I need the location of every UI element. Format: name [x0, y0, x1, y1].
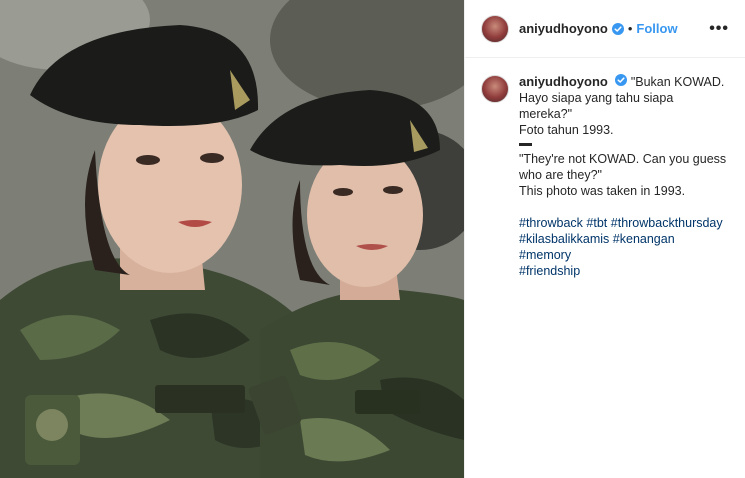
hashtag-line-2: #kilasbalikkamis #kenangan #memory	[519, 231, 729, 263]
caption-verified-badge-icon	[615, 74, 628, 86]
caption-author-avatar[interactable]	[481, 75, 509, 103]
caption-text-line-5: who are they?"	[519, 168, 602, 182]
hashtag-link[interactable]: #tbt	[586, 216, 607, 230]
caption-divider	[519, 143, 532, 146]
hashtag-link[interactable]: #kilasbalikkamis	[519, 232, 609, 246]
caption-text-line-2: Hayo siapa yang tahu siapa mereka?"	[519, 91, 674, 121]
caption-text-line-3: Foto tahun 1993.	[519, 123, 614, 137]
hashtag-line-1: #throwback #tbt #throwbackthursday	[519, 215, 729, 231]
caption-text-line-4: "They're not KOWAD. Can you guess	[519, 152, 727, 166]
post-sidebar: aniyudhoyono • Follow ••• aniyudhoyono "…	[464, 0, 745, 478]
post-caption: aniyudhoyono "Bukan KOWAD. Hayo siapa ya…	[465, 58, 745, 279]
hashtag-link[interactable]: #throwbackthursday	[611, 216, 723, 230]
caption-body: aniyudhoyono "Bukan KOWAD. Hayo siapa ya…	[519, 74, 729, 279]
hashtag-line-3: #friendship	[519, 263, 729, 279]
caption-first-line: aniyudhoyono "Bukan KOWAD.	[519, 74, 729, 90]
more-options-icon[interactable]: •••	[709, 20, 729, 38]
caption-username[interactable]: aniyudhoyono	[519, 74, 608, 89]
author-username[interactable]: aniyudhoyono	[519, 21, 608, 36]
post-header: aniyudhoyono • Follow •••	[465, 0, 745, 58]
header-separator: •	[627, 21, 633, 36]
hashtag-link[interactable]: #memory	[519, 248, 571, 262]
hashtag-link[interactable]: #kenangan	[613, 232, 675, 246]
verified-badge-icon	[611, 22, 624, 35]
hashtag-link[interactable]: #throwback	[519, 216, 583, 230]
instagram-post: aniyudhoyono • Follow ••• aniyudhoyono "…	[0, 0, 745, 478]
hashtag-link[interactable]: #friendship	[519, 264, 580, 278]
caption-text-line-1: "Bukan KOWAD.	[630, 75, 725, 89]
author-avatar[interactable]	[481, 14, 509, 43]
photo-illustration	[0, 0, 464, 478]
post-photo[interactable]	[0, 0, 464, 478]
caption-text-line-6: This photo was taken in 1993.	[519, 184, 686, 198]
follow-button[interactable]: Follow	[636, 21, 677, 36]
